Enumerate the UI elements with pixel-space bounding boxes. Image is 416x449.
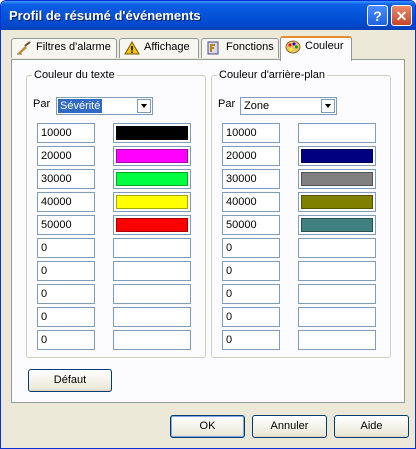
dialog-window: Profil de résumé d'événements ? ✕ Filtre… xyxy=(0,0,416,449)
background-color-swatch[interactable] xyxy=(298,330,376,350)
text-color-swatch[interactable] xyxy=(113,330,191,350)
text-color-swatch[interactable] xyxy=(113,123,191,143)
text-color-fill xyxy=(116,241,188,255)
text-color-swatch[interactable] xyxy=(113,238,191,258)
background-value-input[interactable]: 20000 xyxy=(222,146,280,166)
background-value-input[interactable]: 0 xyxy=(222,284,280,304)
background-color-swatch[interactable] xyxy=(298,123,376,143)
filter-broom-icon xyxy=(16,40,32,55)
background-color-group: Couleur d'arrière-plan Par Zone 10000 200… xyxy=(211,69,391,358)
background-color-fill xyxy=(301,310,373,324)
text-color-fill xyxy=(116,172,188,186)
title-bar[interactable]: Profil de résumé d'événements ? ✕ xyxy=(1,1,415,30)
background-value-input[interactable]: 0 xyxy=(222,238,280,258)
text-value-input[interactable]: 0 xyxy=(37,307,95,327)
background-value-input[interactable]: 0 xyxy=(222,330,280,350)
text-value-input[interactable]: 40000 xyxy=(37,192,95,212)
background-color-fill xyxy=(301,126,373,140)
background-color-swatch[interactable] xyxy=(298,146,376,166)
text-value-input[interactable]: 0 xyxy=(37,330,95,350)
background-color-title: Couleur d'arrière-plan xyxy=(217,69,328,81)
default-button[interactable]: Défaut xyxy=(28,369,112,392)
background-value-input[interactable]: 0 xyxy=(222,307,280,327)
window-title: Profil de résumé d'événements xyxy=(9,8,201,23)
text-color-fill xyxy=(116,310,188,324)
tab-label: Affichage xyxy=(144,41,190,53)
tab-filtres-alarme[interactable]: Filtres d'alarme xyxy=(11,38,117,58)
tab-label: Fonctions xyxy=(226,41,274,53)
text-color-title: Couleur du texte xyxy=(32,69,117,81)
background-color-swatch[interactable] xyxy=(298,307,376,327)
background-color-fill xyxy=(301,218,373,232)
help-title-button[interactable]: ? xyxy=(367,5,388,26)
background-par-label: Par xyxy=(218,98,236,110)
tab-affichage[interactable]: Affichage xyxy=(119,38,199,58)
palette-icon xyxy=(285,40,301,54)
text-color-swatch[interactable] xyxy=(113,169,191,189)
tab-fonctions[interactable]: Fonctions xyxy=(201,38,279,58)
color-panel: Couleur du texte Par Sévérité 10000 20000… xyxy=(11,59,405,403)
cancel-button[interactable]: Annuler xyxy=(252,415,327,438)
background-color-swatch[interactable] xyxy=(298,215,376,235)
background-value-input[interactable]: 40000 xyxy=(222,192,280,212)
background-color-fill xyxy=(301,149,373,163)
text-color-by-select[interactable]: Sévérité xyxy=(56,97,153,115)
text-color-swatch[interactable] xyxy=(113,146,191,166)
background-color-fill xyxy=(301,264,373,278)
background-value-input[interactable]: 10000 xyxy=(222,123,280,143)
text-color-swatch[interactable] xyxy=(113,307,191,327)
background-color-fill xyxy=(301,333,373,347)
text-value-input[interactable]: 10000 xyxy=(37,123,95,143)
text-value-input[interactable]: 30000 xyxy=(37,169,95,189)
background-color-swatch[interactable] xyxy=(298,169,376,189)
background-color-swatch[interactable] xyxy=(298,261,376,281)
text-color-swatch[interactable] xyxy=(113,192,191,212)
chevron-down-icon[interactable] xyxy=(321,99,335,113)
background-color-fill xyxy=(301,287,373,301)
text-color-fill xyxy=(116,126,188,140)
text-color-fill xyxy=(116,333,188,347)
functions-icon xyxy=(206,41,222,55)
text-color-fill xyxy=(116,149,188,163)
tab-label: Couleur xyxy=(305,40,344,52)
text-color-fill xyxy=(116,264,188,278)
ok-button[interactable]: OK xyxy=(170,415,245,438)
text-color-swatch[interactable] xyxy=(113,261,191,281)
background-color-fill xyxy=(301,172,373,186)
tab-couleur[interactable]: Couleur xyxy=(280,36,352,61)
text-value-input[interactable]: 0 xyxy=(37,261,95,281)
text-color-by-value: Sévérité xyxy=(56,98,104,114)
text-value-input[interactable]: 50000 xyxy=(37,215,95,235)
background-color-swatch[interactable] xyxy=(298,238,376,258)
background-value-input[interactable]: 0 xyxy=(222,261,280,281)
background-value-input[interactable]: 30000 xyxy=(222,169,280,189)
background-color-swatch[interactable] xyxy=(298,284,376,304)
background-color-by-select[interactable]: Zone xyxy=(240,97,337,115)
chevron-down-icon[interactable] xyxy=(137,99,151,113)
background-value-input[interactable]: 50000 xyxy=(222,215,280,235)
text-par-label: Par xyxy=(33,98,51,110)
text-value-input[interactable]: 20000 xyxy=(37,146,95,166)
help-button[interactable]: Aide xyxy=(334,415,409,438)
tab-label: Filtres d'alarme xyxy=(36,41,111,53)
close-button[interactable]: ✕ xyxy=(391,5,412,26)
display-warning-icon xyxy=(124,40,140,55)
background-color-fill xyxy=(301,195,373,209)
background-color-swatch[interactable] xyxy=(298,192,376,212)
text-color-fill xyxy=(116,287,188,301)
text-color-swatch[interactable] xyxy=(113,284,191,304)
background-color-by-value: Zone xyxy=(244,100,270,112)
text-color-swatch[interactable] xyxy=(113,215,191,235)
text-value-input[interactable]: 0 xyxy=(37,284,95,304)
text-color-group: Couleur du texte Par Sévérité 10000 20000… xyxy=(26,69,206,358)
background-color-fill xyxy=(301,241,373,255)
text-value-input[interactable]: 0 xyxy=(37,238,95,258)
text-color-fill xyxy=(116,195,188,209)
text-color-fill xyxy=(116,218,188,232)
